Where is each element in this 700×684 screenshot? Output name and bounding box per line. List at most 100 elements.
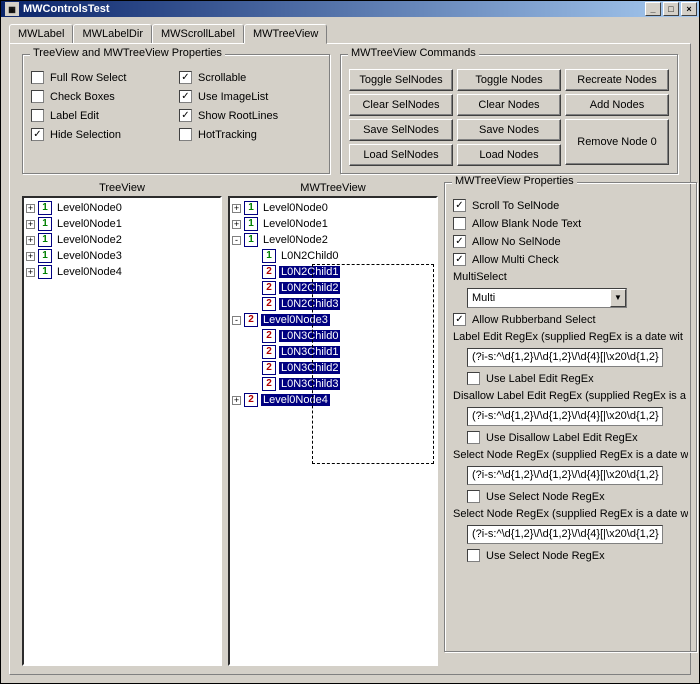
expand-icon[interactable]: + — [26, 204, 35, 213]
button-clear-nodes[interactable]: Clear Nodes — [457, 94, 561, 116]
tree-node[interactable]: +1Level0Node4 — [26, 264, 218, 280]
tree-node[interactable]: +1Level0Node1 — [232, 216, 434, 232]
checkbox-box[interactable] — [467, 431, 480, 444]
checkbox-allow-no-selnode[interactable]: Allow No SelNode — [453, 235, 688, 248]
checkbox-box[interactable] — [453, 253, 466, 266]
collapse-icon[interactable]: - — [232, 316, 241, 325]
checkbox-use-select-node-regex[interactable]: Use Select Node RegEx — [467, 490, 688, 503]
checkbox-box[interactable] — [179, 71, 192, 84]
checkbox-box[interactable] — [179, 109, 192, 122]
node-label[interactable]: Level0Node3 — [261, 314, 330, 326]
tree-node[interactable]: +1Level0Node2 — [26, 232, 218, 248]
checkbox-scrollable[interactable]: Scrollable — [179, 71, 321, 84]
expand-icon[interactable]: + — [26, 220, 35, 229]
treeview-right[interactable]: +1Level0Node0+1Level0Node1-1Level0Node21… — [228, 196, 438, 666]
node-label[interactable]: Level0Node4 — [55, 266, 124, 278]
checkbox-box[interactable] — [453, 313, 466, 326]
checkbox-use-disallow-label-edit-regex[interactable]: Use Disallow Label Edit RegEx — [467, 431, 688, 444]
tree-node[interactable]: -1Level0Node2 — [232, 232, 434, 248]
node-label[interactable]: Level0Node1 — [55, 218, 124, 230]
checkbox-use-imagelist[interactable]: Use ImageList — [179, 90, 321, 103]
checkbox-use-select-node-regex[interactable]: Use Select Node RegEx — [467, 549, 688, 562]
button-add-nodes[interactable]: Add Nodes — [565, 94, 669, 116]
tab-mwscrolllabel[interactable]: MWScrollLabel — [152, 24, 244, 43]
node-label[interactable]: L0N2Child3 — [279, 298, 340, 310]
multiselect-combo[interactable]: Multi▼ — [467, 288, 627, 308]
node-label[interactable]: Level0Node4 — [261, 394, 330, 406]
tree-node[interactable]: 2L0N3Child3 — [232, 376, 434, 392]
button-toggle-nodes[interactable]: Toggle Nodes — [457, 69, 561, 91]
tab-mwtreeview[interactable]: MWTreeView — [244, 24, 327, 44]
expand-icon[interactable]: + — [26, 236, 35, 245]
button-recreate-nodes[interactable]: Recreate Nodes — [565, 69, 669, 91]
chevron-down-icon[interactable]: ▼ — [610, 289, 626, 307]
collapse-icon[interactable]: - — [232, 236, 241, 245]
tree-node[interactable]: +1Level0Node1 — [26, 216, 218, 232]
minimize-button[interactable]: _ — [645, 2, 661, 16]
checkbox-allow-blank-node-text[interactable]: Allow Blank Node Text — [453, 217, 688, 230]
checkbox-box[interactable] — [453, 199, 466, 212]
checkbox-use-label-edit-regex[interactable]: Use Label Edit RegEx — [467, 372, 688, 385]
checkbox-hide-selection[interactable]: Hide Selection — [31, 128, 173, 141]
regex-input[interactable]: (?i-s:^\d{1,2}\/\d{1,2}\/\d{4}[|\x20\d{1… — [467, 525, 663, 544]
checkbox-box[interactable] — [31, 90, 44, 103]
checkbox-full-row-select[interactable]: Full Row Select — [31, 71, 173, 84]
button-load-nodes[interactable]: Load Nodes — [457, 144, 561, 166]
button-clear-selnodes[interactable]: Clear SelNodes — [349, 94, 453, 116]
node-label[interactable]: Level0Node0 — [55, 202, 124, 214]
expand-icon[interactable]: + — [26, 252, 35, 261]
maximize-button[interactable]: □ — [663, 2, 679, 16]
tab-mwlabel[interactable]: MWLabel — [9, 24, 73, 43]
button-load-selnodes[interactable]: Load SelNodes — [349, 144, 453, 166]
checkbox-show-rootlines[interactable]: Show RootLines — [179, 109, 321, 122]
regex-input[interactable]: (?i-s:^\d{1,2}\/\d{1,2}\/\d{4}[|\x20\d{1… — [467, 348, 663, 367]
button-save-selnodes[interactable]: Save SelNodes — [349, 119, 453, 141]
treeview-left[interactable]: +1Level0Node0+1Level0Node1+1Level0Node2+… — [22, 196, 222, 666]
tree-node[interactable]: 1L0N2Child0 — [232, 248, 434, 264]
tree-node[interactable]: 2L0N2Child2 — [232, 280, 434, 296]
tree-node[interactable]: 2L0N2Child1 — [232, 264, 434, 280]
button-toggle-selnodes[interactable]: Toggle SelNodes — [349, 69, 453, 91]
node-label[interactable]: L0N2Child2 — [279, 282, 340, 294]
tree-node[interactable]: +1Level0Node0 — [232, 200, 434, 216]
tree-node[interactable]: 2L0N3Child0 — [232, 328, 434, 344]
node-label[interactable]: Level0Node2 — [55, 234, 124, 246]
checkbox-box[interactable] — [453, 217, 466, 230]
checkbox-scroll-to-selnode[interactable]: Scroll To SelNode — [453, 199, 688, 212]
expand-icon[interactable]: + — [232, 204, 241, 213]
close-button[interactable]: × — [681, 2, 697, 16]
node-label[interactable]: L0N3Child0 — [279, 330, 340, 342]
tree-node[interactable]: -2Level0Node3 — [232, 312, 434, 328]
button-remove-node-0[interactable]: Remove Node 0 — [565, 119, 669, 165]
checkbox-box[interactable] — [179, 90, 192, 103]
tree-node[interactable]: 2L0N3Child1 — [232, 344, 434, 360]
tree-node[interactable]: +1Level0Node3 — [26, 248, 218, 264]
checkbox-box[interactable] — [467, 549, 480, 562]
checkbox-box[interactable] — [179, 128, 192, 141]
checkbox-box[interactable] — [467, 372, 480, 385]
checkbox-box[interactable] — [31, 71, 44, 84]
checkbox-allow-multi-check[interactable]: Allow Multi Check — [453, 253, 688, 266]
node-label[interactable]: Level0Node1 — [261, 218, 330, 230]
node-label[interactable]: L0N2Child1 — [279, 266, 340, 278]
regex-input[interactable]: (?i-s:^\d{1,2}\/\d{1,2}\/\d{4}[|\x20\d{1… — [467, 466, 663, 485]
node-label[interactable]: Level0Node0 — [261, 202, 330, 214]
checkbox-hottracking[interactable]: HotTracking — [179, 128, 321, 141]
tree-node[interactable]: 2L0N2Child3 — [232, 296, 434, 312]
checkbox-check-boxes[interactable]: Check Boxes — [31, 90, 173, 103]
node-label[interactable]: Level0Node3 — [55, 250, 124, 262]
checkbox-box[interactable] — [453, 235, 466, 248]
expand-icon[interactable]: + — [26, 268, 35, 277]
checkbox-allow-rubberband-select[interactable]: Allow Rubberband Select — [453, 313, 688, 326]
checkbox-label-edit[interactable]: Label Edit — [31, 109, 173, 122]
tree-node[interactable]: +1Level0Node0 — [26, 200, 218, 216]
node-label[interactable]: L0N3Child3 — [279, 378, 340, 390]
expand-icon[interactable]: + — [232, 220, 241, 229]
tree-node[interactable]: 2L0N3Child2 — [232, 360, 434, 376]
expand-icon[interactable]: + — [232, 396, 241, 405]
checkbox-box[interactable] — [31, 109, 44, 122]
node-label[interactable]: Level0Node2 — [261, 234, 330, 246]
node-label[interactable]: L0N2Child0 — [279, 250, 340, 262]
tree-node[interactable]: +2Level0Node4 — [232, 392, 434, 408]
node-label[interactable]: L0N3Child2 — [279, 362, 340, 374]
